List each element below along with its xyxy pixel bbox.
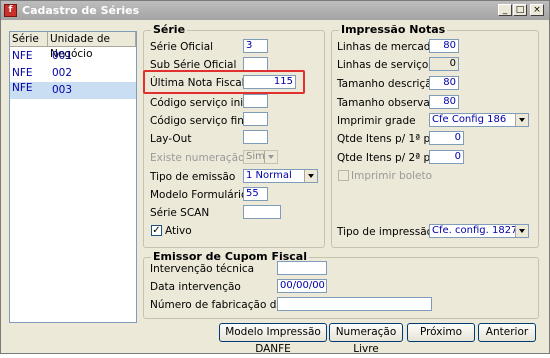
tamanho-descricao-label: Tamanho descrição [337,78,439,90]
numeracao-livre-select: Sim [243,150,278,164]
imprimir-grade-select[interactable]: Cfe Config 186 [429,113,529,127]
imprimir-grade-label: Imprimir grade [337,115,416,127]
list-header: Série Unidade de Negócio [10,32,136,60]
numeracao-livre-value: Sim [246,151,265,162]
intervencao-tecnica-input[interactable] [277,261,327,275]
codigo-final-input[interactable] [243,112,268,126]
tamanho-observacao-input[interactable]: 80 [429,95,459,109]
linhas-servicos-label: Linhas de serviços [337,59,434,71]
cell-serie: NFE [12,50,33,62]
linhas-servicos-input: 0 [429,57,459,71]
chevron-down-icon[interactable] [304,170,317,182]
series-list[interactable]: Série Unidade de Negócio NFE 001 NFE 002… [9,31,137,323]
layout-input[interactable] [243,130,268,144]
codigo-inicial-input[interactable] [243,94,268,108]
codigo-final-label: Código serviço final [150,115,254,127]
impressao-group-title: Impressão Notas [339,23,448,36]
app-icon: f [4,4,17,17]
data-intervencao-label: Data intervenção [150,281,241,293]
layout-label: Lay-Out [150,133,192,145]
proximo-button[interactable]: Próximo [407,323,475,342]
sub-serie-oficial-input[interactable] [243,57,268,71]
window: f Cadastro de Séries _ □ × Série Unidade… [0,0,550,355]
chevron-down-icon[interactable] [515,225,528,237]
ultima-nota-label: Última Nota Fiscal [150,77,245,89]
minimize-button[interactable]: _ [498,4,512,16]
tamanho-descricao-input[interactable]: 80 [429,76,459,90]
imprimir-grade-value: Cfe Config 186 [432,114,507,125]
cell-unidade: 001 [52,50,73,62]
tipo-impressao-value: Cfe. config. 1827 [432,225,518,236]
modelo-formulario-label: Modelo Formulário [150,189,248,201]
serie-scan-label: Série SCAN [150,207,210,219]
tipo-emissao-label: Tipo de emissão [150,171,236,183]
tipo-emissao-select[interactable]: 1 Normal [243,169,318,183]
ativo-checkbox[interactable]: ✓ [151,225,162,236]
list-row-selected[interactable]: NFE 003 [10,82,136,99]
list-row[interactable]: NFE 002 [10,66,136,81]
serie-group-title: Série [151,23,188,36]
serie-scan-input[interactable] [243,205,281,219]
linhas-mercadorias-input[interactable]: 80 [429,39,459,53]
numero-fabricacao-input[interactable] [277,297,432,311]
qtde-itens-2-input[interactable]: 0 [429,150,464,164]
serie-oficial-input[interactable]: 3 [243,39,268,53]
cell-unidade: 002 [52,67,73,79]
intervencao-tecnica-label: Intervenção técnica [150,263,255,275]
modelo-formulario-input[interactable]: 55 [243,187,268,201]
window-title: Cadastro de Séries [22,4,140,17]
data-intervencao-input[interactable]: 00/00/00 [277,279,327,293]
chevron-down-icon [264,151,277,163]
tipo-impressao-select[interactable]: Cfe. config. 1827 [429,224,529,238]
column-header-serie[interactable]: Série [10,32,48,47]
qtde-itens-1-input[interactable]: 0 [429,131,464,145]
imprimir-boleto-label: Imprimir boleto [351,170,433,182]
column-header-unidade[interactable]: Unidade de Negócio [48,32,136,60]
title-bar: f Cadastro de Séries _ □ × [1,1,549,20]
chevron-down-icon[interactable] [515,114,528,126]
tipo-emissao-value: 1 Normal [246,170,292,181]
cell-unidade: 003 [52,84,73,96]
modelo-danfe-button[interactable]: Modelo Impressão DANFE [219,323,327,355]
cell-serie: NFE [12,82,33,94]
maximize-button[interactable]: □ [513,4,527,16]
anterior-button[interactable]: Anterior [478,323,536,342]
list-row[interactable]: NFE 001 [10,49,136,64]
ativo-label: Ativo [165,225,192,237]
serie-oficial-label: Série Oficial [150,41,214,53]
imprimir-boleto-checkbox [338,170,349,181]
close-button[interactable]: × [530,4,544,16]
ultima-nota-input[interactable]: 115 [243,75,296,89]
numeracao-livre-button[interactable]: Numeração Livre [329,323,403,355]
cell-serie: NFE [12,67,33,79]
